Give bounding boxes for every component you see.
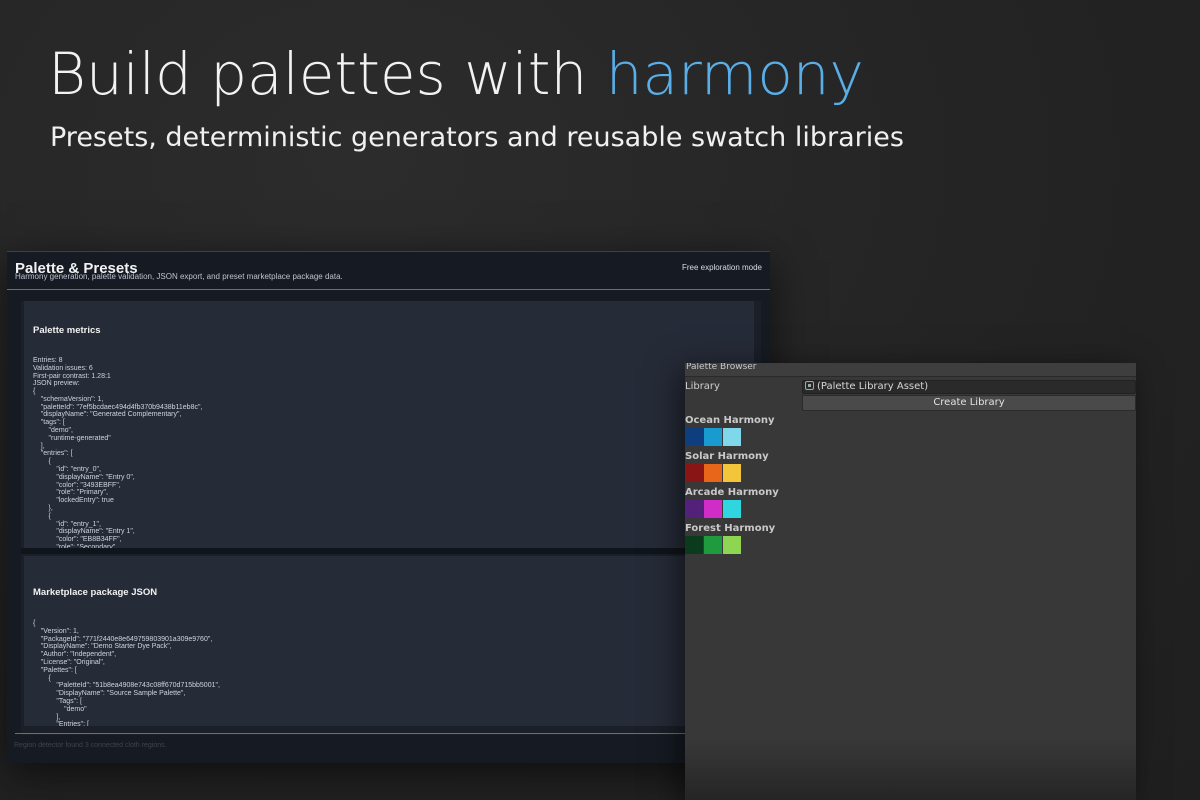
swatch[interactable] bbox=[685, 428, 703, 446]
palette-metrics-panel: Palette metrics Entries: 8 Validation is… bbox=[24, 301, 754, 548]
window-header: Palette & Presets Harmony generation, pa… bbox=[7, 252, 770, 290]
library-value: (Palette Library Asset) bbox=[817, 381, 929, 392]
scroll-content[interactable]: Palette metrics Entries: 8 Validation is… bbox=[21, 301, 761, 735]
palette-arcade[interactable]: Arcade Harmony bbox=[685, 487, 779, 518]
palette-name: Arcade Harmony bbox=[685, 487, 779, 498]
bottom-fade bbox=[685, 740, 1136, 800]
swatch[interactable] bbox=[723, 500, 741, 518]
palette-name: Forest Harmony bbox=[685, 523, 776, 534]
palette-solar[interactable]: Solar Harmony bbox=[685, 451, 769, 482]
swatch-row bbox=[685, 464, 769, 482]
marketplace-json: { "Version": 1, "PackageId": "771f2440e8… bbox=[33, 620, 220, 726]
tab-edge bbox=[685, 376, 1136, 377]
palette-browser-tab[interactable]: Palette Browser bbox=[685, 363, 1136, 377]
palette-ocean[interactable]: Ocean Harmony bbox=[685, 415, 775, 446]
swatch-row bbox=[685, 500, 779, 518]
hero-title-main: Build palettes with bbox=[48, 40, 606, 108]
marketplace-heading: Marketplace package JSON bbox=[33, 587, 158, 598]
mode-label: Free exploration mode bbox=[681, 263, 762, 272]
asset-icon bbox=[805, 381, 814, 390]
hero-title-accent: harmony bbox=[605, 40, 864, 108]
panel-divider bbox=[21, 548, 761, 554]
swatch[interactable] bbox=[704, 500, 722, 518]
palette-presets-window: Palette & Presets Harmony generation, pa… bbox=[7, 251, 770, 763]
window-description: Harmony generation, palette validation, … bbox=[15, 272, 343, 281]
marketplace-panel: Marketplace package JSON { "Version": 1,… bbox=[24, 556, 754, 726]
json-preview: { "schemaVersion": 1, "paletteId": "7ef5… bbox=[33, 388, 203, 548]
entries-count: Entries: 8 bbox=[33, 357, 63, 364]
swatch-row bbox=[685, 428, 775, 446]
first-pair-contrast: First-pair contrast: 1.28:1 bbox=[33, 372, 111, 380]
status-footer: Region detector found 3 connected cloth … bbox=[14, 742, 167, 749]
palette-metrics-heading: Palette metrics bbox=[33, 325, 101, 336]
swatch[interactable] bbox=[704, 536, 722, 554]
swatch[interactable] bbox=[685, 464, 703, 482]
palette-forest[interactable]: Forest Harmony bbox=[685, 523, 775, 554]
swatch[interactable] bbox=[704, 428, 722, 446]
palette-name: Solar Harmony bbox=[685, 451, 769, 462]
swatch[interactable] bbox=[723, 464, 741, 482]
library-label: Library bbox=[685, 381, 720, 392]
create-library-button[interactable]: Create Library bbox=[802, 395, 1136, 411]
palette-name: Ocean Harmony bbox=[685, 415, 775, 426]
metrics-list: Entries: 8 Validation issues: 6 First-pa… bbox=[33, 357, 111, 388]
swatch-row bbox=[685, 536, 775, 554]
swatch[interactable] bbox=[723, 428, 741, 446]
validation-issues: Validation issues: 6 bbox=[33, 364, 93, 372]
library-object-field[interactable]: (Palette Library Asset) bbox=[802, 380, 1136, 394]
swatch[interactable] bbox=[685, 500, 703, 518]
footer-divider bbox=[15, 733, 769, 734]
swatch[interactable] bbox=[704, 464, 722, 482]
palette-browser-window: Palette Browser Library (Palette Library… bbox=[685, 363, 1136, 800]
hero-subtitle: Presets, deterministic generators and re… bbox=[50, 122, 904, 153]
swatch[interactable] bbox=[685, 536, 703, 554]
hero-title: Build palettes with harmony bbox=[48, 40, 864, 108]
swatch[interactable] bbox=[723, 536, 741, 554]
